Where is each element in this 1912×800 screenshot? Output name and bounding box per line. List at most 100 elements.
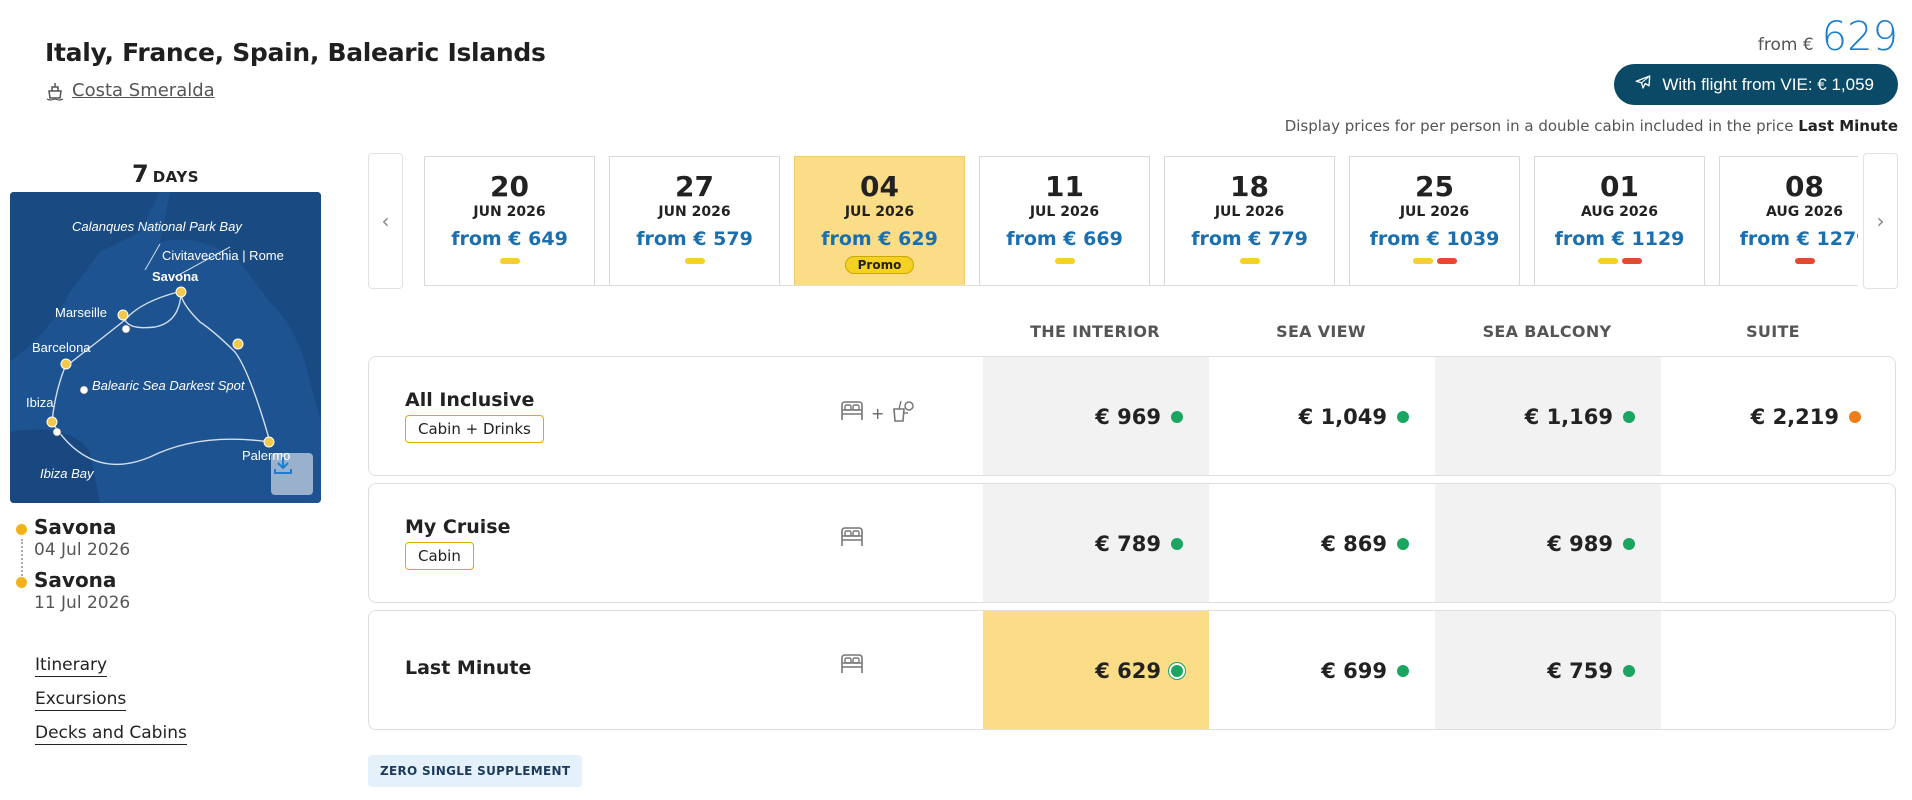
fare-name: My Cruise	[405, 516, 511, 538]
days-number: 7	[132, 160, 149, 188]
availability-dot	[1171, 538, 1183, 550]
price-disclaimer: Display prices for per person in a doubl…	[1285, 117, 1898, 135]
date-day: 08	[1785, 170, 1824, 203]
price-cell[interactable]: € 789	[983, 484, 1209, 602]
map-label-barcelona: Barcelona	[32, 340, 91, 355]
date-card[interactable]: 18 JUL 2026 from € 779	[1164, 156, 1335, 285]
bed-icon	[839, 400, 865, 426]
trip-duration: 7 DAYS	[10, 160, 321, 188]
date-month: JUL 2026	[1029, 204, 1100, 220]
col-header-interior: THE INTERIOR	[1030, 322, 1160, 341]
date-day: 27	[675, 170, 714, 203]
availability-bar-yellow	[1412, 258, 1433, 264]
carousel-prev-button[interactable]: ‹	[368, 153, 403, 289]
availability-bar-red	[1794, 258, 1815, 264]
date-day: 18	[1230, 170, 1269, 203]
disclaimer-bold: Last Minute	[1798, 117, 1898, 135]
zero-single-supplement-badge: ZERO SINGLE SUPPLEMENT	[368, 755, 583, 787]
price-cell[interactable]: € 989	[1435, 484, 1661, 602]
date-day: 01	[1600, 170, 1639, 203]
chevron-left-icon: ‹	[381, 209, 390, 233]
price-amount: € 699	[1321, 659, 1387, 683]
date-card[interactable]: 25 JUL 2026 from € 1039	[1349, 156, 1520, 285]
availability-bars	[1350, 258, 1519, 264]
col-header-sea-balcony: SEA BALCONY	[1482, 322, 1612, 341]
price-amount: € 629	[1095, 659, 1161, 683]
availability-bar-yellow	[499, 258, 520, 264]
map-label-calanques: Calanques National Park Bay	[72, 219, 242, 234]
date-price: from € 1129	[1554, 228, 1685, 250]
bed-icon	[839, 653, 865, 679]
price-cell[interactable]: € 1,049	[1209, 357, 1435, 475]
availability-dot	[1623, 411, 1635, 423]
price-cell[interactable]: € 699	[1209, 611, 1435, 729]
fare-row-last-minute: Last Minute € 629 € 699 € 759	[368, 610, 1896, 730]
from-price: from € 629	[1758, 14, 1898, 60]
col-header-sea-view: SEA VIEW	[1276, 322, 1366, 341]
page-title: Italy, France, Spain, Balearic Islands	[45, 38, 546, 67]
availability-bars	[1535, 258, 1704, 264]
date-card[interactable]: 01 AUG 2026 from € 1129	[1534, 156, 1705, 285]
availability-dot	[1397, 411, 1409, 423]
price-cell-selected[interactable]: € 629	[983, 611, 1209, 729]
availability-bar-yellow	[684, 258, 705, 264]
date-price: from € 1279	[1739, 228, 1858, 250]
date-day: 04	[860, 170, 899, 203]
date-card[interactable]: 20 JUN 2026 from € 649	[424, 156, 595, 285]
route-date: 11 Jul 2026	[34, 593, 131, 613]
link-excursions[interactable]: Excursions	[35, 689, 127, 711]
flight-button[interactable]: With flight from VIE: € 1,059	[1614, 64, 1898, 105]
date-card[interactable]: 27 JUN 2026 from € 579	[609, 156, 780, 285]
link-itinerary[interactable]: Itinerary	[35, 655, 108, 677]
fare-row-my-cruise: My Cruise Cabin € 789 € 869 € 989	[368, 483, 1896, 603]
price-amount: € 1,169	[1524, 405, 1613, 429]
date-day: 25	[1415, 170, 1454, 203]
route-city: Savona	[34, 568, 117, 592]
price-amount: € 1,049	[1298, 405, 1387, 429]
price-cell[interactable]: € 869	[1209, 484, 1435, 602]
date-month: JUL 2026	[844, 204, 915, 220]
carousel-next-button[interactable]: ›	[1863, 153, 1898, 289]
availability-dot	[1623, 665, 1635, 677]
bed-icon	[839, 526, 865, 552]
availability-dot	[1397, 665, 1409, 677]
route-end: Savona 11 Jul 2026	[14, 568, 314, 613]
availability-dot-selected	[1171, 665, 1183, 677]
date-price: from € 629	[821, 228, 938, 250]
fare-icons	[839, 526, 865, 552]
flight-button-label: With flight from VIE: € 1,059	[1662, 74, 1874, 94]
price-cell[interactable]: € 969	[983, 357, 1209, 475]
date-month: JUL 2026	[1399, 204, 1470, 220]
fare-name: All Inclusive	[405, 389, 535, 411]
price-amount: € 759	[1547, 659, 1613, 683]
ship-link[interactable]: Costa Smeralda	[46, 80, 215, 101]
price-amount: € 869	[1321, 532, 1387, 556]
disclaimer-text: Display prices for per person in a doubl…	[1284, 117, 1794, 135]
availability-bars	[1720, 258, 1858, 264]
ship-name: Costa Smeralda	[72, 80, 215, 101]
availability-bars	[610, 258, 779, 264]
map-download-button[interactable]	[271, 453, 313, 495]
price-cell[interactable]: € 2,219	[1661, 357, 1887, 475]
availability-dot	[1171, 411, 1183, 423]
date-month: JUN 2026	[473, 204, 546, 220]
price-cell[interactable]: € 759	[1435, 611, 1661, 729]
plus-sign: +	[871, 403, 885, 423]
availability-bar-yellow	[1054, 258, 1075, 264]
link-decks-and-cabins[interactable]: Decks and Cabins	[35, 723, 187, 745]
price-amount: € 789	[1095, 532, 1161, 556]
price-cell[interactable]: € 1,169	[1435, 357, 1661, 475]
date-card[interactable]: 11 JUL 2026 from € 669	[979, 156, 1150, 285]
route-dot	[16, 524, 27, 535]
chevron-right-icon: ›	[1876, 209, 1885, 233]
itinerary-map[interactable]: Calanques National Park Bay Civitavecchi…	[10, 192, 321, 503]
date-list: 20 JUN 2026 from € 649 27 JUN 2026 from € 579…	[424, 156, 1858, 286]
map-label-civitavecchia: Civitavecchia | Rome	[162, 248, 284, 263]
date-card[interactable]: 08 AUG 2026 from € 1279	[1719, 156, 1858, 285]
fare-row-all-inclusive: All Inclusive Cabin + Drinks + € 969 € 1…	[368, 356, 1896, 476]
availability-bars	[1165, 258, 1334, 264]
availability-bar-yellow	[1239, 258, 1260, 264]
date-day: 20	[490, 170, 529, 203]
date-card[interactable]: 04 JUL 2026 from € 629 Promo	[794, 156, 965, 285]
map-label-ibiza-bay: Ibiza Bay	[40, 466, 94, 481]
